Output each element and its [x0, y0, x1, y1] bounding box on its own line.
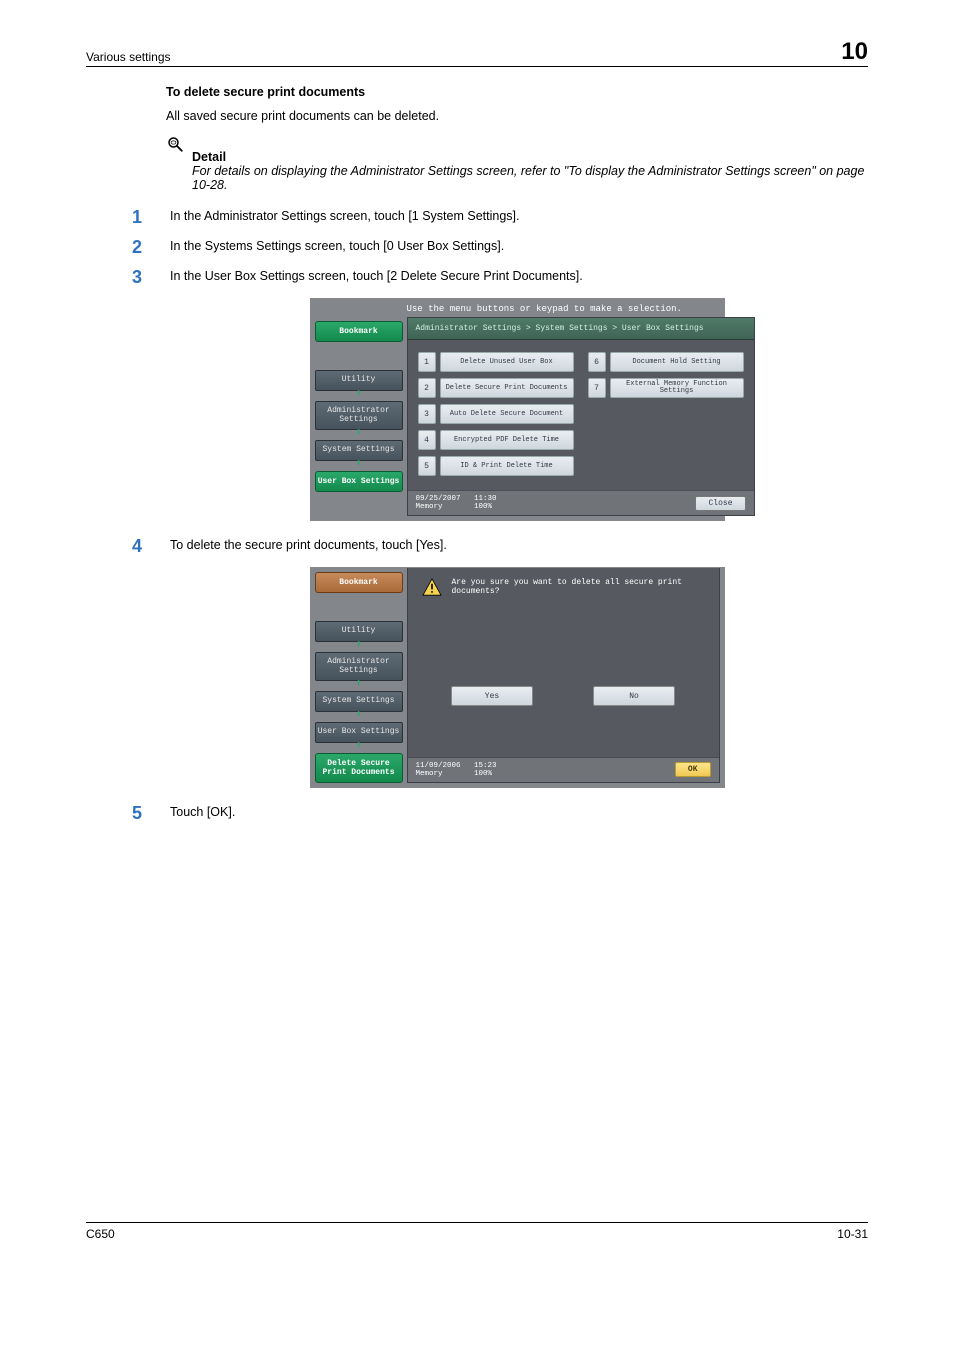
step-4: 4 To delete the secure print documents, … — [166, 537, 868, 555]
step-number: 2 — [132, 238, 150, 256]
sidebar-system-settings[interactable]: System Settings — [315, 440, 403, 461]
down-arrow-icon: ⬇ — [315, 393, 403, 397]
step-number: 1 — [132, 208, 150, 226]
menu-external-memory-function-settings[interactable]: External Memory Function Settings — [610, 378, 744, 398]
instruction-bar: Use the menu buttons or keypad to make a… — [311, 299, 724, 317]
step-number: 4 — [132, 537, 150, 555]
bookmark-button[interactable]: Bookmark — [315, 321, 403, 342]
footer-model: C650 — [86, 1227, 115, 1241]
section-intro: All saved secure print documents can be … — [166, 109, 868, 123]
step-text: To delete the secure print documents, to… — [170, 537, 447, 552]
detail-label: Detail — [192, 150, 868, 164]
menu-auto-delete-secure-document[interactable]: Auto Delete Secure Document — [440, 404, 574, 424]
menu-number-6[interactable]: 6 — [588, 352, 606, 372]
step-text: In the Administrator Settings screen, to… — [170, 208, 519, 223]
sidebar-admin-settings[interactable]: Administrator Settings — [315, 401, 403, 431]
side-panel: Bookmark Utility ⬇ Administrator Setting… — [311, 568, 407, 787]
step-number: 5 — [132, 804, 150, 822]
menu-delete-unused-user-box[interactable]: Delete Unused User Box — [440, 352, 574, 372]
menu-id-print-delete-time[interactable]: ID & Print Delete Time — [440, 456, 574, 476]
sidebar-user-box-settings[interactable]: User Box Settings — [315, 471, 403, 492]
detail-text: For details on displaying the Administra… — [192, 164, 868, 192]
main-panel: Administrator Settings > System Settings… — [407, 317, 755, 516]
warning-icon — [422, 578, 442, 596]
screenshot-delete-confirm: Bookmark Utility ⬇ Administrator Setting… — [310, 567, 725, 788]
menu-number-7[interactable]: 7 — [588, 378, 606, 398]
sidebar-utility[interactable]: Utility — [315, 370, 403, 391]
detail-block: Detail For details on displaying the Adm… — [192, 137, 868, 192]
menu-number-4[interactable]: 4 — [418, 430, 436, 450]
sidebar-delete-secure-print-documents[interactable]: Delete Secure Print Documents — [315, 753, 403, 783]
page-header: Various settings 10 — [86, 40, 868, 67]
header-section: Various settings — [86, 50, 171, 64]
step-2: 2 In the Systems Settings screen, touch … — [166, 238, 868, 256]
main-panel: Are you sure you want to delete all secu… — [407, 568, 720, 783]
step-5: 5 Touch [OK]. — [166, 804, 868, 822]
status-datetime-memory: 09/25/2007 11:30 Memory 100% — [416, 495, 497, 511]
step-1: 1 In the Administrator Settings screen, … — [166, 208, 868, 226]
down-arrow-icon: ⬇ — [315, 714, 403, 718]
ok-button[interactable]: OK — [675, 762, 711, 777]
menu-number-3[interactable]: 3 — [418, 404, 436, 424]
screenshot-user-box-settings: Use the menu buttons or keypad to make a… — [310, 298, 725, 521]
status-datetime-memory: 11/09/2006 15:23 Memory 100% — [416, 762, 497, 778]
sidebar-system-settings[interactable]: System Settings — [315, 691, 403, 712]
page-footer: C650 10-31 — [86, 1222, 868, 1241]
side-panel: Bookmark Utility ⬇ Administrator Setting… — [311, 317, 407, 520]
bookmark-button[interactable]: Bookmark — [315, 572, 403, 593]
menu-encrypted-pdf-delete-time[interactable]: Encrypted PDF Delete Time — [440, 430, 574, 450]
sidebar-user-box-settings[interactable]: User Box Settings — [315, 722, 403, 743]
menu-number-1[interactable]: 1 — [418, 352, 436, 372]
menu-delete-secure-print-documents[interactable]: Delete Secure Print Documents — [440, 378, 574, 398]
down-arrow-icon: ⬇ — [315, 644, 403, 648]
down-arrow-icon: ⬇ — [315, 463, 403, 467]
down-arrow-icon: ⬇ — [315, 432, 403, 436]
step-number: 3 — [132, 268, 150, 286]
menu-document-hold-setting[interactable]: Document Hold Setting — [610, 352, 744, 372]
section-title: To delete secure print documents — [166, 85, 868, 99]
footer-page: 10-31 — [837, 1227, 868, 1241]
close-button[interactable]: Close — [695, 496, 745, 511]
magnifier-icon — [166, 135, 184, 153]
down-arrow-icon: ⬇ — [315, 683, 403, 687]
status-bar: 11/09/2006 15:23 Memory 100% OK — [408, 757, 719, 782]
down-arrow-icon: ⬇ — [315, 745, 403, 749]
menu-number-2[interactable]: 2 — [418, 378, 436, 398]
step-3: 3 In the User Box Settings screen, touch… — [166, 268, 868, 286]
step-text: In the Systems Settings screen, touch [0… — [170, 238, 504, 253]
step-text: Touch [OK]. — [170, 804, 235, 819]
sidebar-admin-settings[interactable]: Administrator Settings — [315, 652, 403, 682]
menu-number-5[interactable]: 5 — [418, 456, 436, 476]
step-text: In the User Box Settings screen, touch [… — [170, 268, 583, 283]
sidebar-utility[interactable]: Utility — [315, 621, 403, 642]
breadcrumb: Administrator Settings > System Settings… — [408, 318, 754, 340]
confirm-message: Are you sure you want to delete all secu… — [452, 578, 709, 596]
status-bar: 09/25/2007 11:30 Memory 100% Close — [408, 490, 754, 515]
no-button[interactable]: No — [593, 686, 675, 706]
yes-button[interactable]: Yes — [451, 686, 533, 706]
header-chapter: 10 — [841, 40, 868, 64]
